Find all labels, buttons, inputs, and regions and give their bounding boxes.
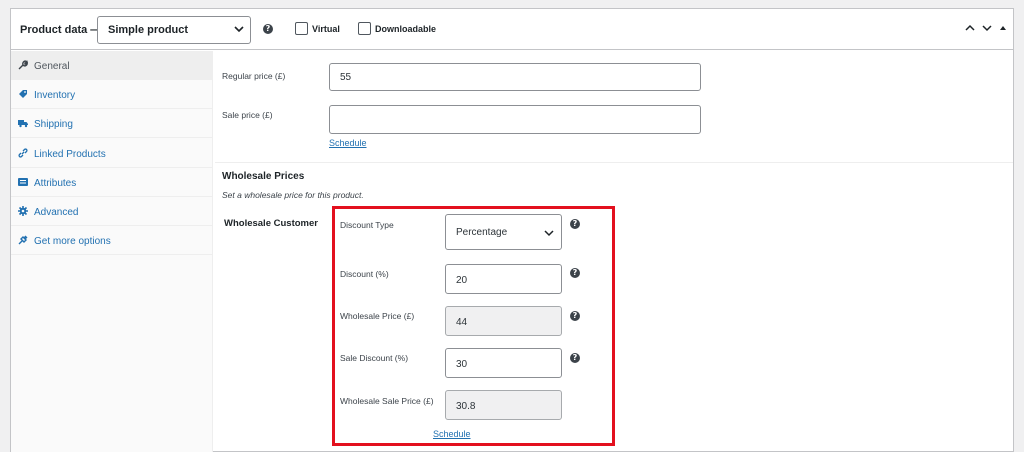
product-type-select[interactable]: Simple product (97, 16, 251, 44)
regular-price-input[interactable]: 55 (329, 63, 701, 91)
tab-general[interactable]: General (11, 51, 213, 80)
downloadable-checkbox[interactable] (358, 22, 371, 35)
gear-icon (18, 206, 28, 216)
move-up-icon[interactable] (964, 22, 976, 34)
section-divider (215, 162, 1013, 163)
regular-price-value: 55 (340, 72, 352, 83)
product-data-header: Product data — Simple product ? Virtual … (11, 9, 1013, 50)
tab-get-more-options[interactable]: Get more options (11, 226, 213, 255)
tag-icon (19, 90, 27, 98)
wholesale-prices-title: Wholesale Prices (222, 171, 305, 182)
link-icon (18, 148, 28, 158)
tab-inventory[interactable]: Inventory (11, 80, 213, 109)
tab-get-more-options-label: Get more options (34, 236, 111, 247)
move-down-icon[interactable] (981, 22, 993, 34)
tab-general-label: General (34, 61, 70, 72)
virtual-checkbox[interactable] (295, 22, 308, 35)
wholesale-highlight-box (332, 206, 615, 446)
tab-advanced-label: Advanced (34, 207, 79, 218)
truck-icon (18, 120, 28, 128)
sale-price-input[interactable] (329, 105, 701, 134)
wrench-icon (18, 60, 28, 70)
plug-icon (18, 235, 28, 245)
tab-advanced[interactable]: Advanced (11, 197, 213, 226)
tab-linked-products[interactable]: Linked Products (11, 139, 213, 168)
tab-attributes-label: Attributes (34, 178, 77, 189)
sale-price-label: Sale price (£) (222, 110, 273, 120)
wholesale-customer-label: Wholesale Customer (224, 218, 318, 229)
help-icon[interactable]: ? (263, 24, 273, 34)
chevron-down-icon (234, 26, 244, 33)
tab-linked-products-label: Linked Products (34, 149, 106, 160)
collapse-toggle-icon[interactable] (997, 22, 1009, 34)
product-data-tabs: General Inventory Shipping Linked Produc… (11, 51, 213, 452)
wholesale-prices-description: Set a wholesale price for this product. (222, 190, 364, 200)
tab-shipping[interactable]: Shipping (11, 109, 213, 138)
sale-price-schedule-link[interactable]: Schedule (329, 138, 367, 148)
product-data-panel: Product data — Simple product ? Virtual … (10, 8, 1014, 452)
regular-price-label: Regular price (£) (222, 71, 286, 81)
list-icon (18, 178, 28, 186)
product-type-value: Simple product (108, 24, 189, 36)
product-data-title: Product data — (20, 24, 102, 36)
virtual-label: Virtual (312, 24, 340, 34)
tab-inventory-label: Inventory (34, 90, 76, 101)
tab-attributes[interactable]: Attributes (11, 168, 213, 197)
downloadable-label: Downloadable (375, 24, 437, 34)
tab-shipping-label: Shipping (34, 119, 73, 130)
